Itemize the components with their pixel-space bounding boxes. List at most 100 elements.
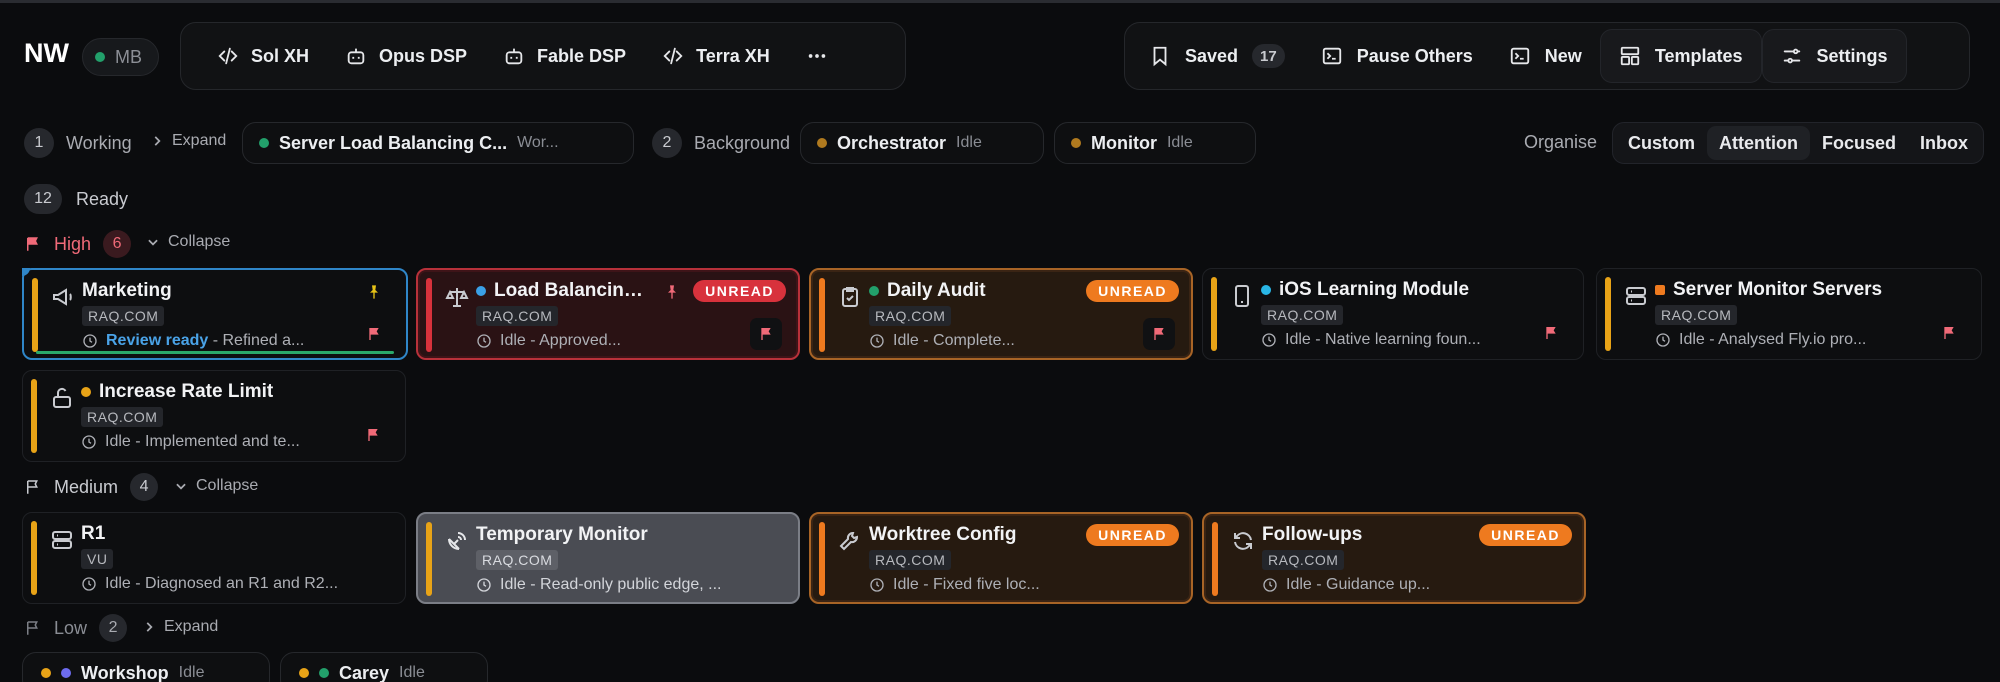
priority-bar — [426, 522, 432, 596]
group-label: Low — [54, 617, 88, 638]
expand-label: Expand — [172, 132, 227, 149]
card-org-badge: RAQ.COM — [476, 306, 559, 326]
session-color-dot — [61, 668, 71, 678]
agent-sol-xh[interactable]: Sol XH — [199, 34, 327, 78]
priority-bar — [1212, 522, 1218, 596]
ready-label: Ready — [76, 188, 129, 209]
session-card-daily-audit[interactable]: Daily Audit UNREAD RAQ.COM Idle - Comple… — [809, 268, 1193, 360]
online-status-dot — [95, 52, 105, 62]
low-session-workshop[interactable]: Workshop Idle — [22, 652, 270, 682]
unread-badge: UNREAD — [1479, 524, 1572, 546]
session-card-marketing[interactable]: Marketing RAQ.COM Review ready - Refined… — [22, 268, 408, 360]
chevron-down-icon — [174, 479, 188, 493]
background-session-monitor[interactable]: Monitor Idle — [1054, 122, 1256, 164]
card-status: - Refined a... — [208, 332, 305, 349]
session-card-ios-learning-module[interactable]: iOS Learning Module RAQ.COM Idle - Nativ… — [1202, 268, 1584, 360]
unread-badge: UNREAD — [1086, 280, 1179, 302]
saved-button[interactable]: Saved 17 — [1131, 29, 1303, 83]
wrench-icon — [837, 528, 863, 554]
card-color-dot — [81, 387, 91, 397]
flag-button[interactable] — [1143, 318, 1175, 350]
group-label: Medium — [54, 476, 119, 497]
unread-badge: UNREAD — [693, 280, 786, 302]
agent-terra-xh[interactable]: Terra XH — [644, 34, 788, 78]
card-org-badge: VU — [81, 549, 114, 569]
session-card-temporary-monitor[interactable]: Temporary Monitor RAQ.COM Idle - Read-on… — [416, 512, 800, 604]
organise-attention[interactable]: Attention — [1707, 126, 1810, 160]
chevron-right-icon — [150, 134, 164, 148]
background-label: Background — [694, 132, 791, 153]
group-medium-collapse-button[interactable]: Collapse — [174, 477, 258, 495]
satellite-dish-icon — [444, 528, 470, 554]
session-card-increase-rate-limit[interactable]: Increase Rate Limit RAQ.COM Idle - Imple… — [22, 370, 406, 462]
flag-icon[interactable] — [366, 326, 382, 342]
organise-custom[interactable]: Custom — [1616, 126, 1707, 160]
collapse-label: Collapse — [196, 477, 259, 494]
session-card-server-monitor-servers[interactable]: Server Monitor Servers RAQ.COM Idle - An… — [1596, 268, 1982, 360]
agent-label: Fable DSP — [537, 45, 627, 66]
workspace-badge[interactable]: MB — [82, 38, 159, 76]
session-card-r1[interactable]: R1 VU Idle - Diagnosed an R1 and R2... — [22, 512, 406, 604]
flag-button[interactable] — [750, 318, 782, 350]
clock-icon — [82, 333, 98, 349]
session-title: Carey — [339, 662, 390, 682]
group-medium-header: Medium 4 — [24, 473, 159, 501]
card-title: iOS Learning Module — [1279, 279, 1470, 300]
agent-label: Opus DSP — [379, 45, 468, 66]
session-status: Idle — [1166, 134, 1193, 151]
clock-icon — [81, 434, 97, 450]
organise-inbox[interactable]: Inbox — [1908, 126, 1980, 160]
pause-others-button[interactable]: Pause Others — [1303, 29, 1491, 83]
card-org-badge: RAQ.COM — [82, 306, 165, 326]
code-icon — [217, 45, 239, 67]
working-session-pill[interactable]: Server Load Balancing C... Wor... — [242, 122, 634, 164]
flag-icon — [758, 326, 774, 342]
working-expand-button[interactable]: Expand — [150, 132, 226, 150]
card-status: Idle - Analysed Fly.io pro... — [1679, 331, 1867, 348]
scale-icon — [444, 284, 470, 310]
session-status: Wor... — [517, 134, 559, 151]
priority-bar — [31, 379, 37, 453]
session-card-load-balancing[interactable]: Load Balancing ... UNREAD RAQ.COM Idle -… — [416, 268, 800, 360]
collapse-label: Collapse — [168, 233, 231, 250]
pin-icon[interactable] — [664, 284, 680, 300]
saved-count-badge: 17 — [1252, 44, 1285, 68]
clock-icon — [476, 333, 492, 349]
flag-icon[interactable] — [1543, 325, 1559, 341]
agent-label: Terra XH — [696, 45, 770, 66]
agent-fable-dsp[interactable]: Fable DSP — [485, 34, 644, 78]
organise-focused[interactable]: Focused — [1810, 126, 1908, 160]
bookmark-icon — [1149, 45, 1171, 67]
group-low-expand-button[interactable]: Expand — [142, 618, 218, 636]
working-label: Working — [66, 132, 132, 153]
card-title: Server Monitor Servers — [1673, 279, 1883, 300]
flag-icon[interactable] — [365, 427, 381, 443]
more-agents-button[interactable] — [788, 34, 846, 78]
templates-button[interactable]: Templates — [1599, 29, 1762, 83]
group-count-badge: 6 — [103, 230, 132, 258]
group-high-collapse-button[interactable]: Collapse — [146, 233, 230, 251]
session-card-follow-ups[interactable]: Follow-ups UNREAD RAQ.COM Idle - Guidanc… — [1202, 512, 1586, 604]
session-status-dot — [1071, 138, 1081, 148]
templates-label: Templates — [1654, 45, 1743, 66]
settings-button[interactable]: Settings — [1761, 29, 1907, 83]
session-status: Idle — [399, 664, 425, 681]
card-color-dot — [476, 286, 486, 296]
card-title: R1 — [81, 523, 106, 544]
pin-icon[interactable] — [366, 284, 382, 300]
workspace-badge-label: MB — [115, 46, 142, 67]
flag-icon[interactable] — [1941, 325, 1957, 341]
background-session-orchestrator[interactable]: Orchestrator Idle — [800, 122, 1044, 164]
clock-icon — [1261, 332, 1277, 348]
low-session-carey[interactable]: Carey Idle — [280, 652, 488, 682]
session-card-worktree-config[interactable]: Worktree Config UNREAD RAQ.COM Idle - Fi… — [809, 512, 1193, 604]
new-session-button[interactable]: New — [1491, 29, 1600, 83]
progress-indicator — [36, 351, 394, 354]
server-icon — [1623, 283, 1649, 309]
priority-bar — [1211, 277, 1217, 351]
agent-opus-dsp[interactable]: Opus DSP — [327, 34, 485, 78]
flag-outline-icon — [24, 478, 42, 496]
robot-icon — [345, 45, 367, 67]
card-status: Idle - Read-only public edge, ... — [500, 576, 722, 593]
background-count-badge: 2 — [652, 128, 682, 158]
